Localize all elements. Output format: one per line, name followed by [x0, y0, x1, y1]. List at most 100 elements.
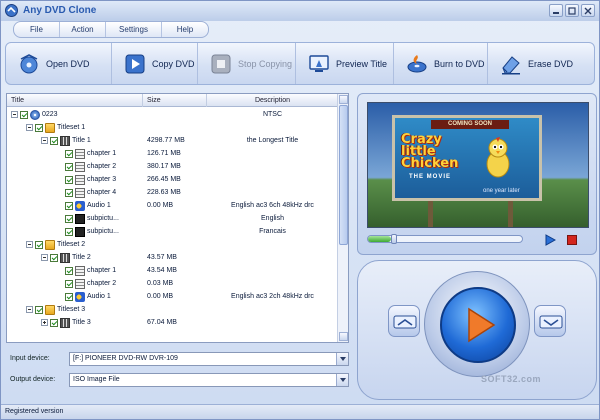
target-drive-button[interactable] [534, 305, 566, 337]
source-drive-button[interactable] [388, 305, 420, 337]
close-button[interactable] [581, 4, 595, 17]
menu-settings[interactable]: Settings [106, 22, 162, 37]
tree-row-size: 43.57 MB [147, 254, 177, 261]
tree-row-title-cell: chapter 3 [56, 173, 116, 186]
tree-row[interactable]: chapter 2 380.17 MB [7, 160, 338, 173]
collapse-icon[interactable] [11, 111, 18, 118]
tree-row-checkbox[interactable] [65, 214, 73, 223]
tree-row-checkbox[interactable] [35, 123, 43, 132]
tree-row[interactable]: chapter 4 228.63 MB [7, 186, 338, 199]
playback-progress-bar[interactable] [367, 234, 523, 244]
tree-row[interactable]: Title 3 67.04 MB [7, 316, 338, 329]
playback-progress-fill [368, 236, 391, 242]
tree-row[interactable]: Title 2 43.57 MB [7, 251, 338, 264]
scrollbar-thumb[interactable] [339, 105, 348, 245]
main-control-panel [357, 260, 597, 400]
tree-row-checkbox[interactable] [65, 292, 73, 301]
scroll-down-arrow-icon[interactable] [339, 332, 348, 341]
start-copy-button[interactable] [440, 287, 516, 363]
audio-icon [75, 291, 85, 302]
expand-icon[interactable] [41, 319, 48, 326]
collapse-icon[interactable] [41, 137, 48, 144]
coming-soon-banner: COMING SOON [431, 120, 509, 129]
stop-copying-button[interactable]: Stop Copying [198, 43, 296, 84]
collapse-icon[interactable] [41, 254, 48, 261]
tree-row-label: subpictu... [87, 215, 119, 222]
tree-row-checkbox[interactable] [35, 305, 43, 314]
tree-row[interactable]: chapter 3 266.45 MB [7, 173, 338, 186]
column-header-title[interactable]: Title [7, 94, 143, 107]
tree-row-checkbox[interactable] [65, 279, 73, 288]
preview-title-label: Preview Title [336, 58, 388, 69]
tree-row[interactable]: chapter 1 43.54 MB [7, 264, 338, 277]
burn-dvd-button[interactable]: Burn to DVD [394, 43, 488, 84]
tree-row-size: 266.45 MB [147, 176, 181, 183]
tree-row[interactable]: 0223 NTSC [7, 108, 338, 121]
playback-slider-handle[interactable] [391, 234, 397, 244]
scroll-up-arrow-icon[interactable] [339, 95, 348, 104]
folder-icon [45, 122, 55, 133]
menu-help[interactable]: Help [162, 22, 208, 37]
maximize-icon [568, 7, 576, 15]
toolbar: Open DVD Copy DVD Stop Copying Preview T… [5, 42, 595, 85]
copy-dvd-icon [125, 54, 145, 73]
output-device-select[interactable]: ISO Image File [69, 373, 349, 387]
tree-row[interactable]: chapter 2 0.03 MB [7, 277, 338, 290]
erase-dvd-button[interactable]: Erase DVD [488, 43, 594, 84]
tree-row[interactable]: subpictu... English [7, 212, 338, 225]
chevron-down-icon[interactable] [336, 353, 348, 365]
close-icon [584, 7, 592, 15]
tree-row-checkbox[interactable] [65, 201, 73, 210]
stop-icon[interactable] [567, 235, 577, 245]
collapse-icon[interactable] [26, 124, 33, 131]
menu-file[interactable]: File [14, 22, 60, 37]
open-dvd-button[interactable]: Open DVD [6, 43, 112, 84]
tree-row-checkbox[interactable] [20, 110, 28, 119]
menu-action[interactable]: Action [60, 22, 106, 37]
tree-row-checkbox[interactable] [65, 188, 73, 197]
tree-header: Title Size Description [7, 94, 338, 107]
movie-tagline: one year later [483, 188, 520, 194]
copy-dvd-button[interactable]: Copy DVD [112, 43, 198, 84]
burn-dvd-icon [407, 54, 427, 72]
tree-row-checkbox[interactable] [65, 162, 73, 171]
chevron-down-icon[interactable] [336, 374, 348, 386]
tree-row-checkbox[interactable] [50, 253, 58, 262]
tree-row[interactable]: Title 1 4298.77 MB the Longest Title [7, 134, 338, 147]
tree-row-checkbox[interactable] [65, 266, 73, 275]
minimize-icon [553, 12, 559, 14]
input-device-select[interactable]: [F:] PIONEER DVD-RW DVR-109 [69, 352, 349, 366]
tree-row-title-cell: Title 1 [41, 134, 91, 147]
collapse-icon[interactable] [26, 241, 33, 248]
tree-row-label: Title 3 [72, 319, 91, 326]
tree-row-checkbox[interactable] [50, 318, 58, 327]
preview-screen: COMING SOON Crazy little Chicken THE MOV… [367, 102, 589, 228]
maximize-button[interactable] [565, 4, 579, 17]
tree-scrollbar[interactable] [337, 94, 348, 342]
disc-icon [30, 109, 40, 120]
tree-row[interactable]: Titleset 1 [7, 121, 338, 134]
dvd-content-tree[interactable]: Title Size Description 0223 NTSC Titleset … [6, 93, 349, 343]
tree-row[interactable]: chapter 1 126.71 MB [7, 147, 338, 160]
tree-row[interactable]: subpictu... Francais [7, 225, 338, 238]
window-title: Any DVD Clone [23, 5, 97, 16]
column-header-description[interactable]: Description [207, 94, 338, 107]
column-header-size[interactable]: Size [143, 94, 207, 107]
collapse-icon[interactable] [26, 306, 33, 313]
tree-row-label: Title 2 [72, 254, 91, 261]
tree-row-size: 67.04 MB [147, 319, 177, 326]
tree-row[interactable]: Audio 1 0.00 MB English ac3 6ch 48kHz drc [7, 199, 338, 212]
tree-row-checkbox[interactable] [65, 175, 73, 184]
tree-row[interactable]: Audio 1 0.00 MB English ac3 2ch 48kHz drc [7, 290, 338, 303]
tree-row-checkbox[interactable] [50, 136, 58, 145]
tree-row-checkbox[interactable] [35, 240, 43, 249]
film-icon [60, 252, 70, 263]
tree-row[interactable]: Titleset 3 [7, 303, 338, 316]
preview-panel: COMING SOON Crazy little Chicken THE MOV… [357, 93, 597, 255]
preview-title-button[interactable]: Preview Title [296, 43, 394, 84]
tree-row-checkbox[interactable] [65, 227, 73, 236]
tree-row[interactable]: Titleset 2 [7, 238, 338, 251]
minimize-button[interactable] [549, 4, 563, 17]
tree-row-checkbox[interactable] [65, 149, 73, 158]
play-icon[interactable] [544, 234, 556, 246]
